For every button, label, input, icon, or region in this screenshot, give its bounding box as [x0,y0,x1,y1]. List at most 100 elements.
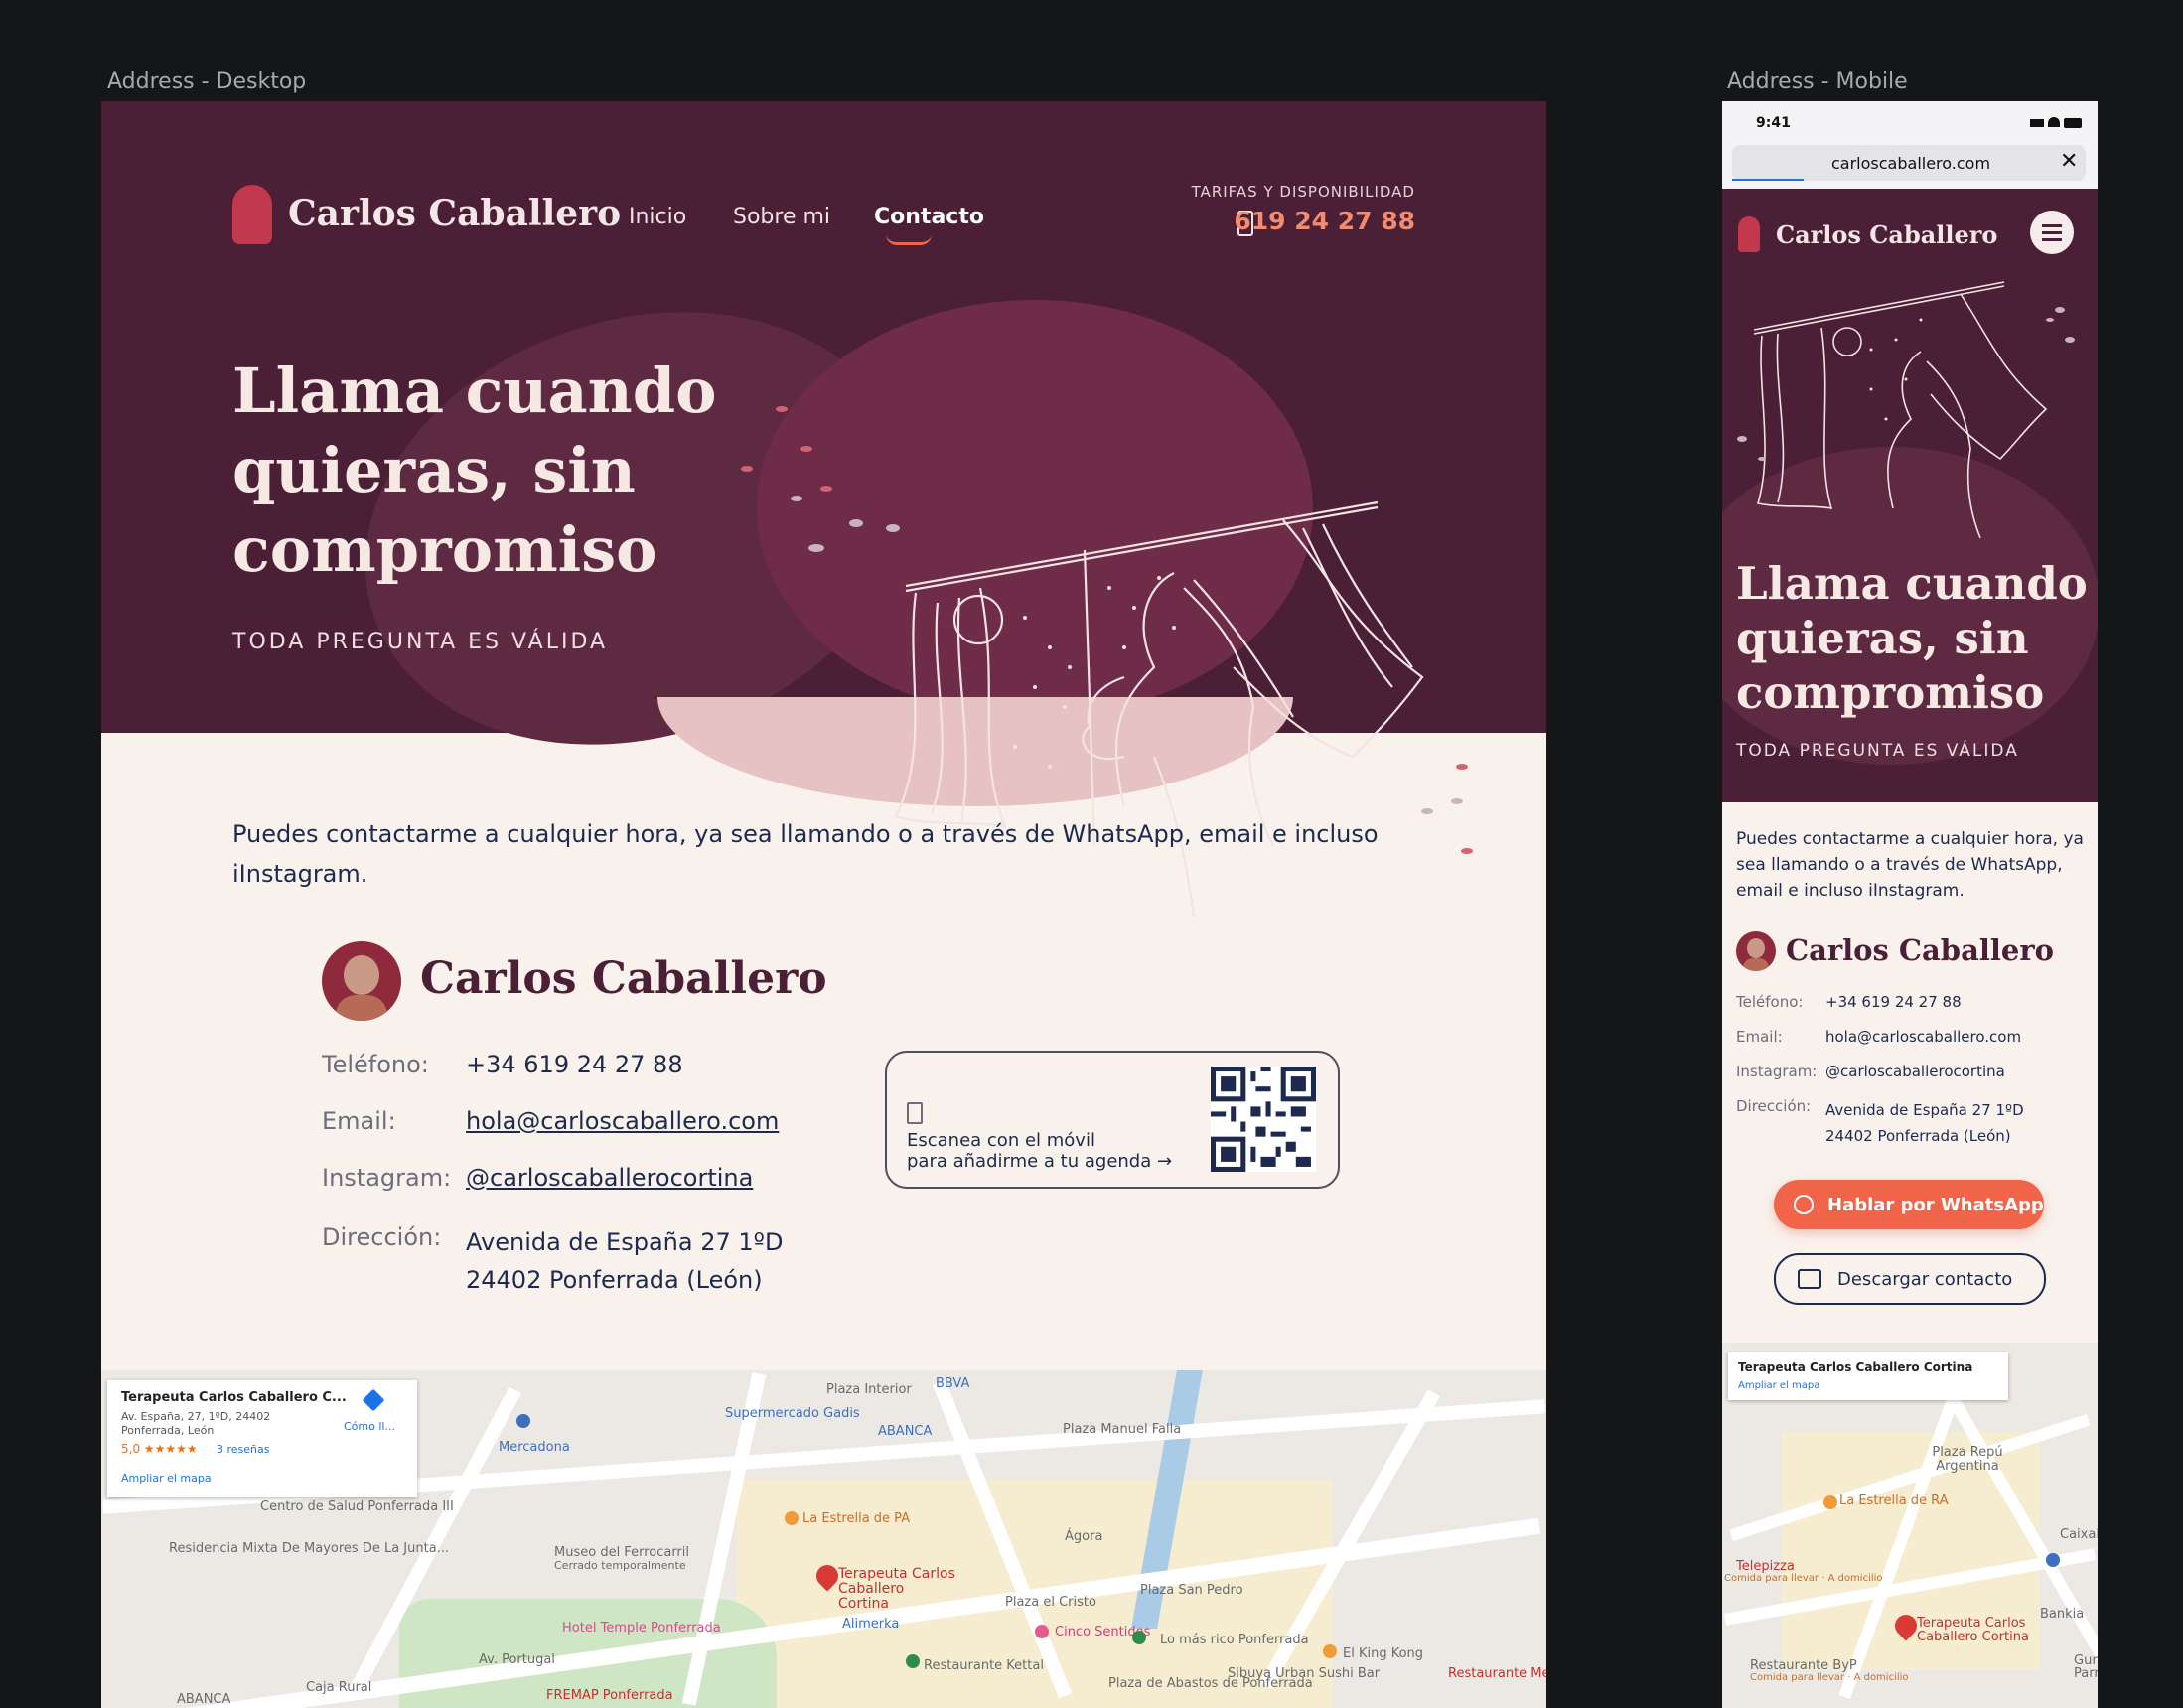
mobile-brand-name[interactable]: Carlos Caballero [1776,220,1997,249]
mobile-address-line-1: Avenida de España 27 1ºD [1825,1101,2024,1119]
mobile-hero-title-line: compromiso [1736,666,2045,719]
map-label: Av. Portugal [479,1652,555,1667]
map-label: BBVA [936,1376,970,1391]
mobile-map-label: CaixaB [2060,1527,2098,1542]
map-poi-icon[interactable] [1323,1644,1337,1658]
address-bar[interactable]: carloscaballero.com ✕ [1732,145,2086,181]
mobile-frame-label: Address - Mobile [1727,70,1908,94]
menu-button[interactable] [2030,211,2074,254]
map-poi-icon[interactable] [1823,1495,1837,1509]
hero-title: Llama cuando quieras, sin compromiso [232,352,716,590]
close-icon[interactable]: ✕ [2060,149,2078,174]
map-label: Mercadona [499,1440,570,1455]
contact-address: Avenida de España 27 1ºD 24402 Ponferrad… [466,1223,783,1299]
brand-name[interactable]: Carlos Caballero [288,193,621,234]
mobile-contact-instagram[interactable]: @carloscaballerocortina [1825,1063,2005,1080]
map-card-enlarge-link[interactable]: Ampliar el mapa [121,1472,212,1485]
mobile-contact-phone[interactable]: +34 619 24 27 88 [1825,993,1962,1011]
map-label: Caja Rural [306,1680,372,1695]
hero-subtitle: TODA PREGUNTA ES VÁLIDA [232,630,609,654]
map-poi-icon[interactable] [906,1654,920,1668]
contact-instagram-link[interactable]: @carloscaballerocortina [466,1164,753,1192]
address-line-1: Avenida de España 27 1ºD [466,1228,784,1256]
map-poi-icon[interactable] [785,1511,799,1525]
contact-card-icon [1798,1269,1821,1289]
contact-email-link[interactable]: hola@carloscaballero.com [466,1107,779,1135]
qr-code [1211,1067,1316,1172]
address-line-2: 24402 Ponferrada (León) [466,1266,763,1294]
map-label: Museo del Ferrocarril [554,1545,689,1560]
qr-card[interactable]: Escanea con el móvil para añadirme a tu … [885,1051,1340,1189]
qr-text-line-1: Escanea con el móvil [907,1130,1095,1151]
mobile-hero-title-line: quieras, sin [1736,612,2029,664]
mobile-map-label: Gund Parrilla [2074,1653,2098,1681]
hamburger-icon [2042,224,2062,227]
mobile-map-label: Plaza Repú Argentina [1932,1445,2003,1474]
mobile-map-label: Comida para llevar · A domicilio [1750,1672,1909,1683]
mobile-phone-icon [907,1102,923,1124]
mobile-contact-name: Carlos Caballero [1786,933,2054,967]
mobile-hero-title-line: Llama cuando [1736,557,2088,610]
hero-title-line: compromiso [232,513,657,586]
whatsapp-button[interactable]: Hablar por WhatsApp [1774,1180,2044,1229]
mobile-map-info-card: Terapeuta Carlos Caballero Cortina Ampli… [1728,1352,2008,1400]
desktop-frame: Carlos Caballero Inicio Sobre mi Contact… [101,101,1546,1708]
map-poi-icon[interactable] [2046,1553,2060,1567]
mobile-avatar [1736,931,1776,971]
map-poi-icon[interactable] [516,1414,530,1428]
map-label: El King Kong [1343,1646,1424,1661]
map-label: FREMAP Ponferrada [546,1688,673,1703]
map-label: Residencia Mixta De Mayores De La Junta.… [169,1541,450,1556]
map-poi-icon[interactable] [1035,1625,1049,1638]
mobile-label-instagram: Instagram: [1736,1063,1818,1080]
mobile-map-card-enlarge-link[interactable]: Ampliar el mapa [1738,1380,1819,1391]
map-label: ABANCA [878,1424,933,1439]
desktop-frame-label: Address - Desktop [107,70,307,94]
hero-title-line: Llama cuando [232,355,717,427]
map-label: Cerrado temporalmente [554,1559,686,1572]
mobile-brand-logo-icon [1738,216,1760,252]
qr-text: Escanea con el móvil para añadirme a tu … [907,1130,1172,1172]
map-card-title: Terapeuta Carlos Caballero C... [121,1390,347,1405]
map-label: Plaza Manuel Falla [1063,1422,1182,1437]
status-time: 9:41 [1756,115,1791,131]
mobile-contact-address: Avenida de España 27 1ºD 24402 Ponferrad… [1825,1097,2024,1149]
nav-active-underline [886,234,932,245]
mobile-hero-title: Llama cuando quieras, sin compromiso [1736,556,2088,720]
contact-label-phone: Teléfono: [322,1051,429,1078]
mobile-label-address: Dirección: [1736,1097,1812,1115]
map-label: Restaurante Me [1448,1666,1546,1681]
mobile-map-label: Comida para llevar · A domicilio [1724,1573,1883,1584]
map-embed[interactable]: Plaza Interior BBVA Supermercado Gadis A… [101,1370,1546,1708]
browser-chrome: 9:41 carloscaballero.com ✕ [1722,101,2098,189]
map-card-directions-link[interactable]: Cómo ll... [344,1420,395,1433]
directions-icon[interactable] [362,1388,385,1412]
mobile-label-phone: Teléfono: [1736,993,1804,1011]
map-info-card: Terapeuta Carlos Caballero C... Av. Espa… [107,1380,417,1497]
map-label: Restaurante Kettal [924,1658,1044,1673]
nav-sobre-mi[interactable]: Sobre mi [733,205,830,229]
avatar [322,941,401,1021]
map-label: Plaza San Pedro [1140,1583,1243,1598]
contact-label-email: Email: [322,1107,396,1135]
nav-contacto[interactable]: Contacto [874,205,984,229]
map-label: Plaza de Abastos de Ponferrada [1108,1676,1313,1691]
map-label: Supermercado Gadis [725,1406,860,1421]
contact-label-address: Dirección: [322,1223,442,1251]
map-card-reviews-link[interactable]: 3 reseñas [217,1443,270,1456]
whatsapp-button-label: Hablar por WhatsApp [1827,1195,2044,1215]
download-contact-button[interactable]: Descargar contacto [1774,1253,2046,1305]
contact-phone[interactable]: +34 619 24 27 88 [466,1051,683,1078]
download-contact-label: Descargar contacto [1837,1269,2013,1290]
map-label: Ágora [1065,1529,1103,1544]
map-poi-icon[interactable] [1132,1631,1146,1644]
mobile-label-email: Email: [1736,1028,1783,1046]
mobile-contact-email[interactable]: hola@carloscaballero.com [1825,1028,2021,1046]
brand-logo-icon [232,185,272,244]
qr-text-line-2: para añadirme a tu agenda → [907,1151,1173,1172]
header-phone[interactable]: 619 24 27 88 [1234,207,1415,235]
mobile-map-label: Telepizza [1736,1559,1795,1574]
nav-inicio[interactable]: Inicio [629,205,686,229]
mobile-map-label: Restaurante ByP [1750,1658,1857,1673]
mobile-map-embed[interactable]: Plaza Repú Argentina La Estrella de RA C… [1722,1343,2098,1708]
